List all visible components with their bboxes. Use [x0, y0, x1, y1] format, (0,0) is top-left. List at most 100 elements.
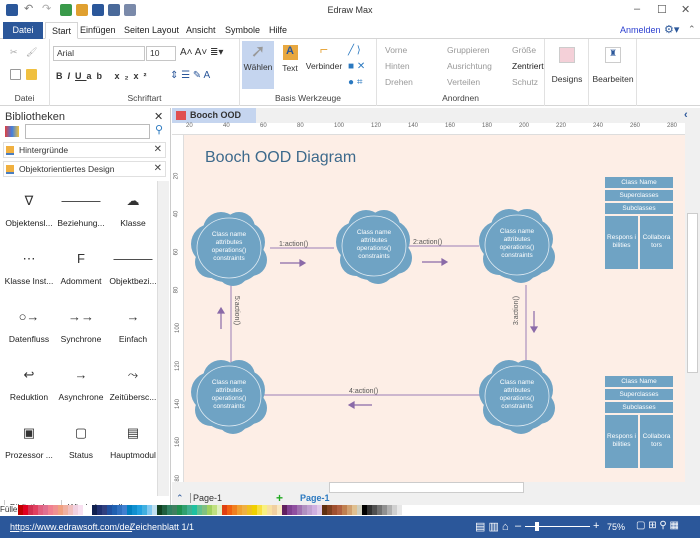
font-size-select[interactable]: 10 [146, 46, 176, 61]
color-swatch[interactable] [83, 505, 88, 515]
shape-label: Beziehung... [57, 218, 105, 228]
cloud-line: Class name [211, 231, 247, 238]
align-button[interactable]: Ausrichtung [447, 61, 492, 71]
bring-front-button[interactable]: Vorne [385, 45, 407, 55]
zoom-out-icon[interactable]: – [515, 520, 521, 532]
distribute-button[interactable]: Verteilen [447, 77, 480, 87]
close-panel-icon[interactable]: ✕ [154, 110, 163, 123]
library-shape[interactable]: ☁ Klasse [106, 184, 158, 240]
vertical-scrollbar[interactable] [685, 123, 700, 482]
text-label: Text [282, 63, 298, 73]
paste-icon[interactable] [26, 69, 37, 80]
search-icon[interactable]: ⚲ [155, 123, 163, 136]
page-select[interactable]: Page-1 [190, 493, 270, 503]
library-shape[interactable]: ∇ Objektensl... [2, 184, 56, 240]
login-link[interactable]: Anmelden [620, 25, 661, 35]
view-mode-icons[interactable]: ▤ ▥ ⌂ [475, 520, 509, 533]
library-shape[interactable]: ○→ Datenfluss [2, 300, 56, 356]
library-shape[interactable]: F Adomment [54, 242, 108, 298]
scroll-thumb[interactable] [329, 482, 524, 493]
collapse-ribbon-icon[interactable]: ⌃ [688, 24, 696, 35]
library-scrollbar[interactable] [157, 181, 169, 496]
scroll-thumb[interactable] [687, 213, 698, 373]
class-box-collab: Collabora tors [640, 216, 673, 269]
library-shape[interactable]: → Einfach [106, 300, 158, 356]
close-section-icon[interactable]: ✕ [154, 143, 162, 157]
cloud-line: operations() [499, 395, 535, 402]
font-family-select[interactable]: Arial [53, 46, 145, 61]
tab-hilfe[interactable]: Hilfe [263, 22, 293, 39]
library-shape[interactable]: ▢ Status [54, 416, 108, 472]
protect-button[interactable]: Schutz [512, 77, 538, 87]
zoom-in-icon[interactable]: + [593, 520, 599, 532]
designs-label: Designs [551, 74, 583, 84]
copy-icon[interactable] [10, 69, 21, 80]
tab-seiten-layout[interactable]: Seiten Layout [118, 22, 185, 39]
horizontal-scrollbar[interactable] [172, 482, 685, 493]
class-box[interactable]: Class Name Superclasses Subclasses Respons … [605, 177, 673, 269]
maximize-button[interactable]: ☐ [657, 3, 667, 16]
drawing-canvas[interactable]: Booch OOD Diagram 1:action() 2:action() … [184, 135, 685, 482]
center-button[interactable]: Zentriert [512, 61, 544, 71]
rotate-button[interactable]: Drehen [385, 77, 413, 87]
library-section-backgrounds[interactable]: Hintergründe ✕ [3, 142, 166, 158]
list-and-color-icons[interactable]: ⇕ ☰ ✎ A [170, 70, 210, 81]
library-shape[interactable]: ⋯ Klasse Inst... [2, 242, 56, 298]
tab-ansicht[interactable]: Ansicht [180, 22, 222, 39]
add-page-icon[interactable]: + [276, 491, 283, 505]
library-shape[interactable]: → Asynchrone [54, 358, 108, 414]
ruler-tick-label: 40 [223, 123, 230, 129]
zoom-level[interactable]: 75% [607, 522, 625, 532]
collapse-right-panel-icon[interactable]: ‹ [684, 109, 688, 121]
library-shape[interactable]: ↩ Reduktion [2, 358, 56, 414]
shape-preview-icon: → [74, 367, 88, 382]
library-menu-icon[interactable] [5, 126, 19, 137]
tab-symbole[interactable]: Symbole [219, 22, 266, 39]
ruler-tick-label: 100 [334, 123, 345, 129]
tab-datei[interactable]: Datei [3, 22, 43, 39]
document-tab[interactable]: Booch OOD ✕ [172, 108, 256, 135]
library-search-input[interactable] [25, 124, 150, 139]
format-painter-icon[interactable]: 🖌 [26, 47, 37, 58]
zoom-slider-handle[interactable] [535, 522, 539, 531]
library-section-ood[interactable]: Objektorientiertes Design ✕ [3, 161, 166, 177]
format-buttons[interactable]: BIUab x₂x² [56, 71, 152, 81]
shape-preview-icon: → [126, 309, 140, 324]
class-box[interactable]: Class Name Superclasses Subclasses Respons … [605, 376, 673, 468]
library-shape[interactable]: →→ Synchrone [54, 300, 108, 356]
designs-button[interactable]: Designs [545, 39, 589, 106]
library-shape[interactable]: ——— Objektbezi... [106, 242, 158, 298]
tab-einfuegen[interactable]: Einfügen [74, 22, 122, 39]
library-shape[interactable]: ▣ Prozessor ... [2, 416, 56, 472]
connector-tool-button[interactable]: ⌐ Verbinder [304, 41, 344, 89]
font-grow-icon[interactable]: A˄ A˅ ≣▾ [180, 47, 223, 58]
ruler-tick-label: 60 [173, 248, 180, 256]
group-button[interactable]: Gruppieren [447, 45, 490, 55]
shape-tools[interactable]: ╱ ⟩ ■ ✕ ● ⌗ [348, 43, 365, 91]
class-box-super: Superclasses [605, 190, 673, 201]
arrow-up-icon [216, 306, 226, 314]
website-link[interactable]: https://www.edrawsoft.com/de/ [10, 522, 132, 532]
color-swatch[interactable] [397, 505, 402, 515]
close-button[interactable]: ✕ [681, 3, 690, 16]
settings-gear-icon[interactable]: ⚙▾ [664, 23, 679, 36]
expand-icon[interactable]: ⌃ [176, 493, 184, 504]
library-shape[interactable]: ——— Beziehung... [54, 184, 108, 240]
library-shape[interactable]: ⤳ Zeitübersc... [106, 358, 158, 414]
fit-page-icons[interactable]: ▢ ⊞ ⚲ ▦ [636, 520, 679, 531]
close-section-icon[interactable]: ✕ [154, 162, 162, 176]
document-tab-label: Booch OOD [190, 110, 241, 120]
select-tool-button[interactable]: ➚ Wählen [242, 41, 274, 89]
libraries-panel: Bibliotheken ✕ ⚲ Hintergründe ✕ Objektori… [0, 108, 171, 515]
send-back-button[interactable]: Hinten [385, 61, 410, 71]
size-button[interactable]: Größe [512, 45, 536, 55]
cut-icon[interactable]: ✂ [10, 47, 21, 58]
page-tab[interactable]: Page-1 [300, 493, 330, 503]
cloud-line: constraints [213, 255, 245, 262]
edit-button[interactable]: ♜ Bearbeiten [589, 39, 637, 106]
minimize-button[interactable]: – [634, 3, 640, 15]
library-shape[interactable]: ▤ Hauptmodul [106, 416, 158, 472]
ruler-tick-label: 200 [519, 123, 530, 129]
cloud-line: constraints [501, 403, 533, 410]
text-tool-button[interactable]: A Text [276, 41, 304, 89]
